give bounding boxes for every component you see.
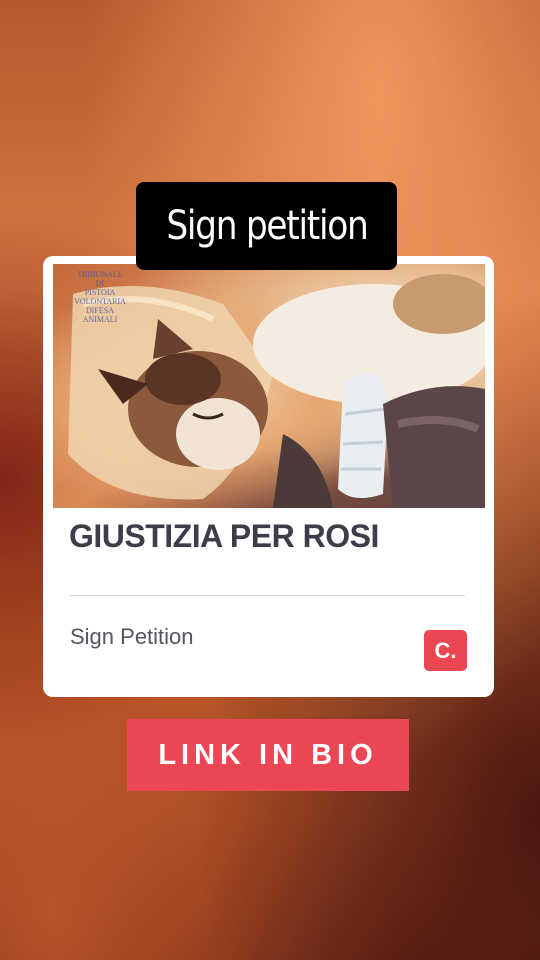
story-header-text: Sign petition: [165, 203, 368, 249]
link-in-bio-label: LINK IN BIO: [158, 738, 378, 771]
story-header-sticker[interactable]: Sign petition: [136, 182, 397, 270]
photo-watermark: TRIBUNALE DI PISTOIA VOLONTARIA DIFESA A…: [74, 270, 126, 324]
logo-text: C.: [434, 637, 457, 663]
change-org-logo-icon: C.: [424, 630, 467, 671]
petition-photo: TRIBUNALE DI PISTOIA VOLONTARIA DIFESA A…: [53, 264, 485, 508]
link-in-bio-button[interactable]: LINK IN BIO: [127, 719, 409, 791]
card-divider: [70, 595, 465, 596]
sign-petition-link[interactable]: Sign Petition: [70, 624, 194, 650]
petition-title: GIUSTIZIA PER ROSI: [69, 518, 379, 554]
petition-card[interactable]: TRIBUNALE DI PISTOIA VOLONTARIA DIFESA A…: [43, 256, 494, 697]
